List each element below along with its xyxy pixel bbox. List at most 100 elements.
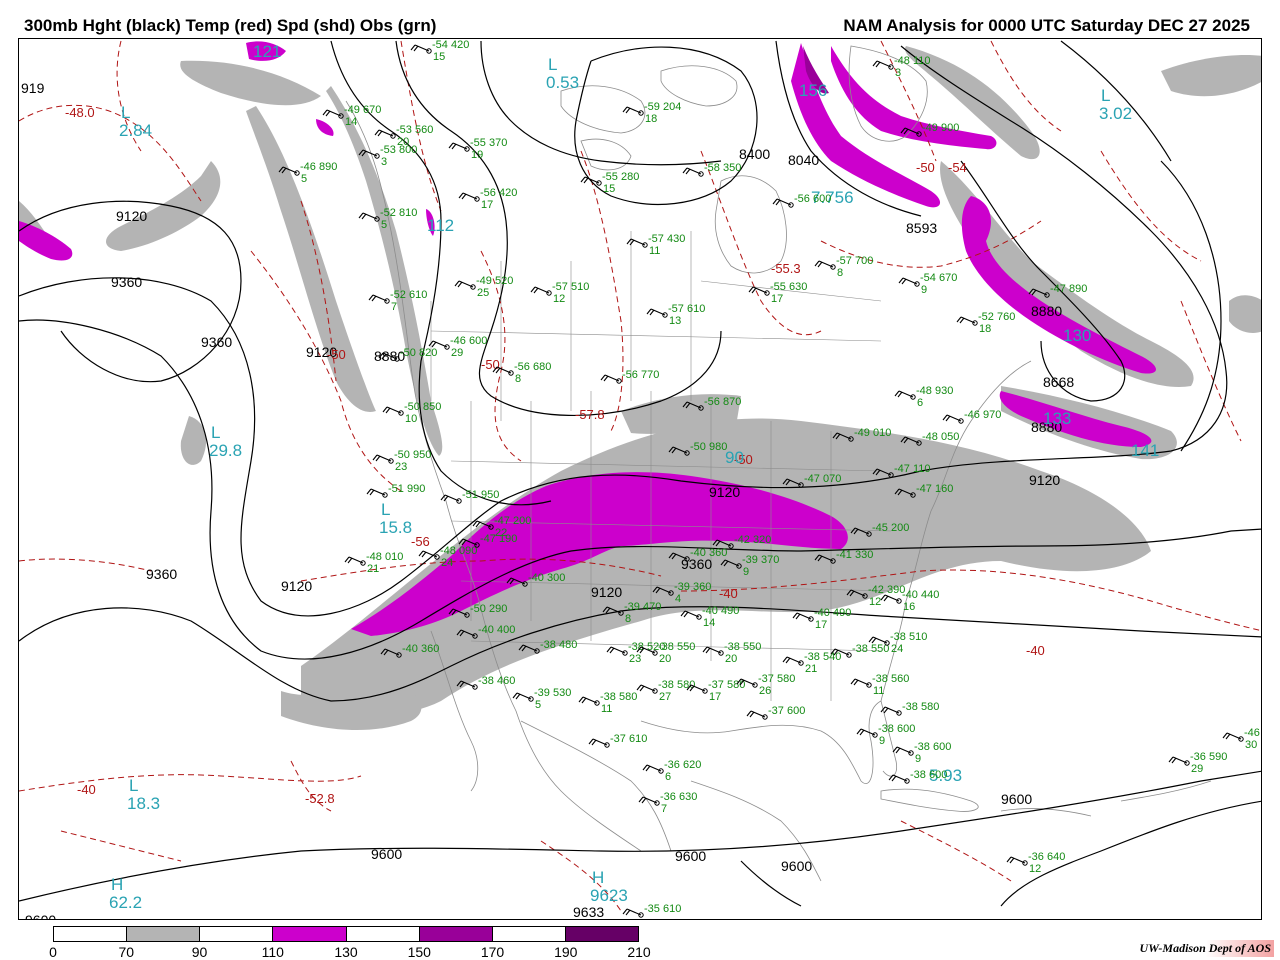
center-symbol: L	[1101, 86, 1110, 105]
obs-height: 280	[621, 171, 639, 183]
map-frame: 9120 9360 9360 9120 9120 8880 9360 9120 8400 8040…	[18, 38, 1262, 920]
obs-temperature: -38	[910, 769, 926, 781]
station-plot: -36 590 29	[1168, 751, 1227, 775]
obs-temperature: -38	[852, 643, 868, 655]
coastline	[640, 700, 882, 784]
wind-barb	[1222, 732, 1242, 740]
obs-temperature: -37	[610, 733, 626, 745]
obs-temperature: -47	[480, 533, 496, 545]
temperature-label: -54	[948, 160, 967, 175]
station-plot: -52 760 18	[956, 311, 1015, 335]
wind-barb	[642, 764, 662, 772]
obs-height: 400	[497, 624, 515, 636]
obs-dewpoint-depression: 14	[703, 617, 715, 629]
coastline	[1120, 780, 1212, 802]
center-value: 130	[1063, 326, 1091, 345]
obs-temperature: -50	[404, 401, 420, 413]
obs-temperature: -38	[878, 723, 894, 735]
obs-height: 980	[709, 441, 727, 453]
obs-dewpoint-depression: 29	[451, 347, 463, 359]
obs-height: 490	[833, 607, 851, 619]
obs-dewpoint-depression: 5	[535, 699, 541, 711]
wind-barb	[448, 142, 468, 150]
temperature-label: -52.8	[305, 791, 335, 806]
obs-dewpoint-depression: 9	[915, 753, 921, 765]
center-value: 90	[725, 448, 744, 467]
obs-height: 700	[855, 255, 873, 267]
wind-barb	[892, 746, 912, 754]
obs-temperature: -55	[770, 281, 786, 293]
center-value: 133	[1043, 409, 1071, 428]
obs-dewpoint-depression: 10	[405, 413, 417, 425]
height-label: 8880	[1031, 303, 1062, 319]
height-label: 9120	[709, 484, 740, 500]
obs-height: 680	[533, 361, 551, 373]
obs-temperature: -35	[644, 903, 660, 915]
wind-barb	[606, 646, 626, 654]
legend-tick-label: 150	[407, 944, 431, 960]
obs-temperature: -58	[704, 162, 720, 174]
obs-dewpoint-depression: 11	[649, 245, 660, 257]
station-plot: -37 580 26	[736, 673, 795, 697]
station-plot: -37 610	[588, 733, 647, 748]
station-plot: -54 420 15	[410, 39, 469, 63]
temperature-contour	[19, 104, 202, 202]
obs-dewpoint-depression: 18	[645, 113, 657, 125]
obs-dewpoint-depression: 30	[1245, 739, 1257, 751]
obs-height: 320	[753, 534, 771, 546]
obs-temperature: -47	[916, 483, 932, 495]
obs-height: 620	[683, 759, 701, 771]
obs-temperature: -47	[494, 515, 510, 527]
station-plot: -36 630 7	[638, 791, 697, 815]
temperature-label: -56	[411, 534, 430, 549]
height-label: 8040	[788, 152, 819, 168]
obs-temperature: -47	[1050, 283, 1066, 295]
temperature-label: -55.3	[771, 261, 801, 276]
legend-swatch	[127, 927, 201, 941]
obs-temperature: -42	[734, 534, 750, 546]
obs-dewpoint-depression: 13	[669, 315, 681, 327]
obs-height: 990	[407, 483, 425, 495]
legend-tick-label: 70	[118, 944, 135, 960]
obs-height: 630	[789, 281, 807, 293]
speed-legend-bar	[53, 926, 639, 942]
obs-height: 070	[823, 473, 841, 485]
coastline	[714, 175, 787, 274]
obs-temperature: -37	[758, 673, 774, 685]
legend-swatch	[346, 927, 420, 941]
obs-dewpoint-depression: 19	[471, 149, 483, 161]
height-label: 9633	[573, 904, 604, 920]
temperature-label: -48.0	[65, 105, 95, 120]
obs-dewpoint-depression: 5	[381, 219, 387, 231]
obs-dewpoint-depression: 3	[381, 156, 387, 168]
obs-temperature: -38	[600, 691, 616, 703]
wind-barb	[636, 684, 656, 692]
obs-height: 640	[1047, 851, 1065, 863]
station-plot: -4603030	[1222, 727, 1260, 751]
obs-temperature: -38	[804, 651, 820, 663]
obs-height: 110	[913, 55, 931, 67]
obs-temperature: -48	[366, 551, 382, 563]
obs-height: 370	[761, 554, 779, 566]
obs-temperature: -39	[534, 687, 550, 699]
obs-temperature: -38	[658, 641, 674, 653]
obs-temperature: -46	[300, 161, 316, 173]
obs-dewpoint-depression: 8	[625, 613, 631, 625]
obs-height: 600	[897, 723, 915, 735]
obs-dewpoint-depression: 7	[391, 301, 397, 313]
center-symbol: H	[592, 868, 604, 887]
height-label: 9600	[1001, 791, 1032, 807]
wind-barb	[578, 696, 598, 704]
obs-dewpoint-depression: 15	[433, 51, 445, 63]
temperature-label: -40	[1026, 643, 1045, 658]
obs-temperature: -38	[658, 679, 674, 691]
obs-temperature: -36	[1190, 751, 1206, 763]
obs-temperature: -51	[462, 489, 478, 501]
height-label: 9120	[281, 578, 312, 594]
obs-height: 610	[409, 289, 427, 301]
obs-temperature: -38	[724, 641, 740, 653]
map-title: 300mb Hght (black) Temp (red) Spd (shd) …	[24, 16, 437, 35]
station-plot: -49 520 25	[454, 275, 513, 299]
wind-barb	[888, 774, 908, 782]
political-boundary	[430, 330, 882, 342]
